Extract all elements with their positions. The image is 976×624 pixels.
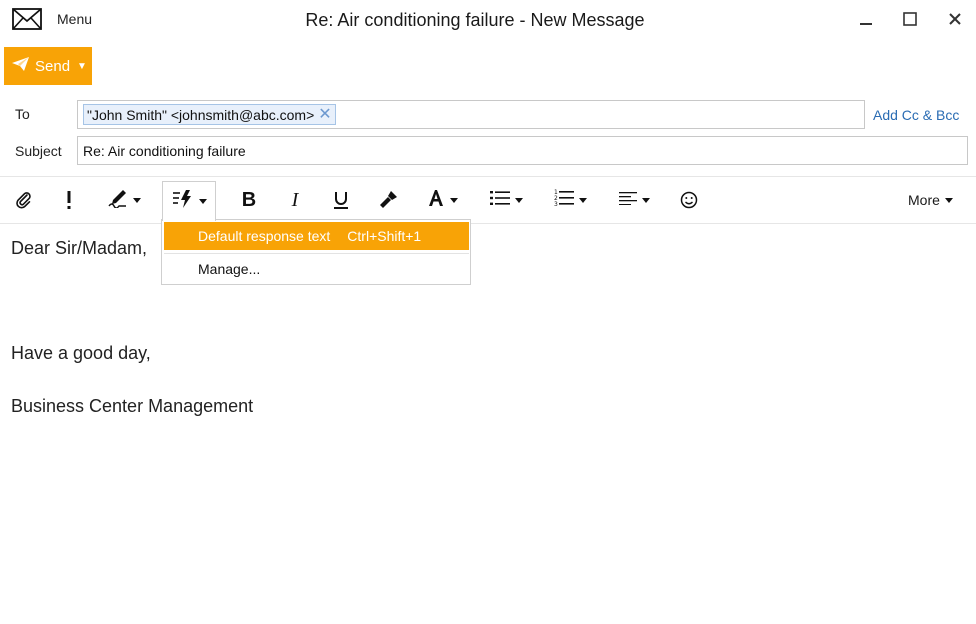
quick-text-button[interactable] [162,181,216,221]
to-field[interactable]: "John Smith" <johnsmith@abc.com> ✕ [77,100,865,129]
window-title: Re: Air conditioning failure - New Messa… [305,10,645,30]
close-icon[interactable] [940,6,970,32]
menu-item-shortcut: Ctrl+Shift+1 [347,228,422,244]
chevron-down-icon [198,199,207,204]
chevron-down-icon [514,197,523,203]
menu-divider [164,253,469,254]
align-icon [618,191,637,210]
menu-item-default-response[interactable]: Default response text Ctrl+Shift+1 [164,222,469,250]
to-label: To [15,106,30,122]
recipient-text: "John Smith" <johnsmith@abc.com> [87,106,315,123]
underline-icon[interactable] [328,184,354,216]
font-color-icon [427,189,445,212]
numbered-list-button[interactable]: 123 [550,184,590,216]
toolbar-divider [0,223,976,224]
maximize-icon[interactable] [895,6,925,32]
subject-label: Subject [15,143,62,159]
toolbar-divider [0,176,976,177]
quick-text-icon [172,189,194,214]
bullet-list-button[interactable] [486,184,526,216]
signature-button[interactable] [104,184,144,216]
menu-item-manage[interactable]: Manage... [164,256,469,282]
chevron-down-icon [578,197,587,203]
menu-item-label: Manage... [198,261,261,277]
chevron-down-icon [641,197,650,203]
svg-text:3: 3 [554,201,558,207]
body-line: Have a good day, [11,343,151,363]
send-button[interactable]: Send ▼ [4,47,92,85]
importance-icon[interactable] [58,184,80,216]
chevron-down-icon [449,197,458,203]
bullet-list-icon [489,190,510,211]
add-cc-bcc-link[interactable]: Add Cc & Bcc [873,107,959,123]
bold-icon[interactable]: B [236,184,262,216]
quick-text-menu: Default response text Ctrl+Shift+1 Manag… [161,219,471,285]
recipient-chip[interactable]: "John Smith" <johnsmith@abc.com> ✕ [83,104,336,125]
attach-icon[interactable] [10,184,38,216]
body-line: Dear Sir/Madam, [11,238,148,258]
numbered-list-icon: 123 [554,189,574,212]
more-button[interactable]: More [908,192,953,208]
title-bar: Menu Re: Air conditioning failure - New … [0,0,976,40]
more-label: More [908,192,940,208]
minimize-icon[interactable] [851,6,881,32]
subject-field[interactable]: Re: Air conditioning failure [77,136,968,165]
chevron-down-icon [132,197,141,203]
signature-icon [107,188,128,213]
italic-icon[interactable]: I [282,184,308,216]
body-line: Business Center Management [11,396,254,416]
font-color-button[interactable] [422,184,462,216]
align-button[interactable] [614,184,654,216]
send-plane-icon [12,57,29,75]
menu-item-label: Default response text [198,228,331,244]
send-label: Send [35,57,71,75]
format-painter-icon[interactable] [374,184,402,216]
chevron-down-icon[interactable]: ▼ [77,61,87,72]
emoji-icon[interactable] [676,184,702,216]
close-icon[interactable]: ✕ [318,106,331,123]
chevron-down-icon [944,197,953,203]
